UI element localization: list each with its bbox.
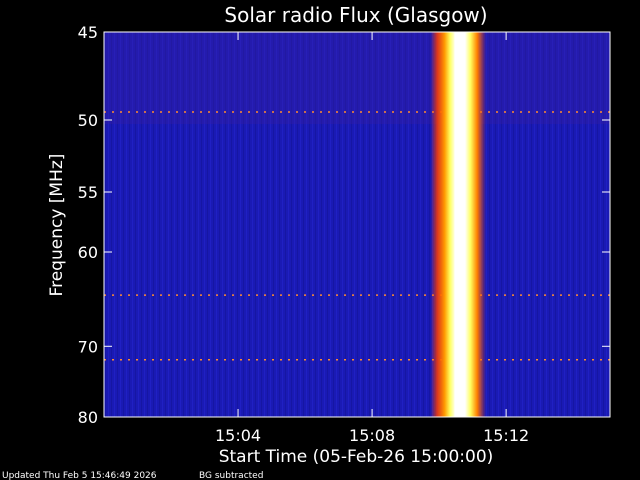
x-tick-label: 15:08 (349, 426, 395, 445)
x-axis-title: Start Time (05-Feb-26 15:00:00) (219, 447, 494, 467)
x-tick-label: 15:04 (215, 426, 261, 445)
y-tick-label: 80 (78, 408, 98, 427)
chart-title: Solar radio Flux (Glasgow) (224, 3, 487, 27)
y-tick-label: 45 (78, 23, 98, 42)
radio-burst (430, 32, 487, 417)
y-tick-label: 55 (78, 183, 98, 202)
x-tick-label: 15:12 (483, 426, 529, 445)
y-tick-label: 70 (78, 337, 98, 356)
y-axis-title: Frequency [MHz] (47, 154, 67, 297)
upper-band-overlay (104, 32, 610, 124)
y-tick-label: 50 (78, 111, 98, 130)
footer-updated: Updated Thu Feb 5 15:46:49 2026 (2, 471, 157, 480)
spectrogram-chart: 45 50 55 60 70 80 15:04 15:08 15:12 Solar radio… (2, 3, 611, 480)
y-tick-label: 60 (78, 243, 98, 262)
footer-note: BG subtracted (199, 471, 263, 480)
